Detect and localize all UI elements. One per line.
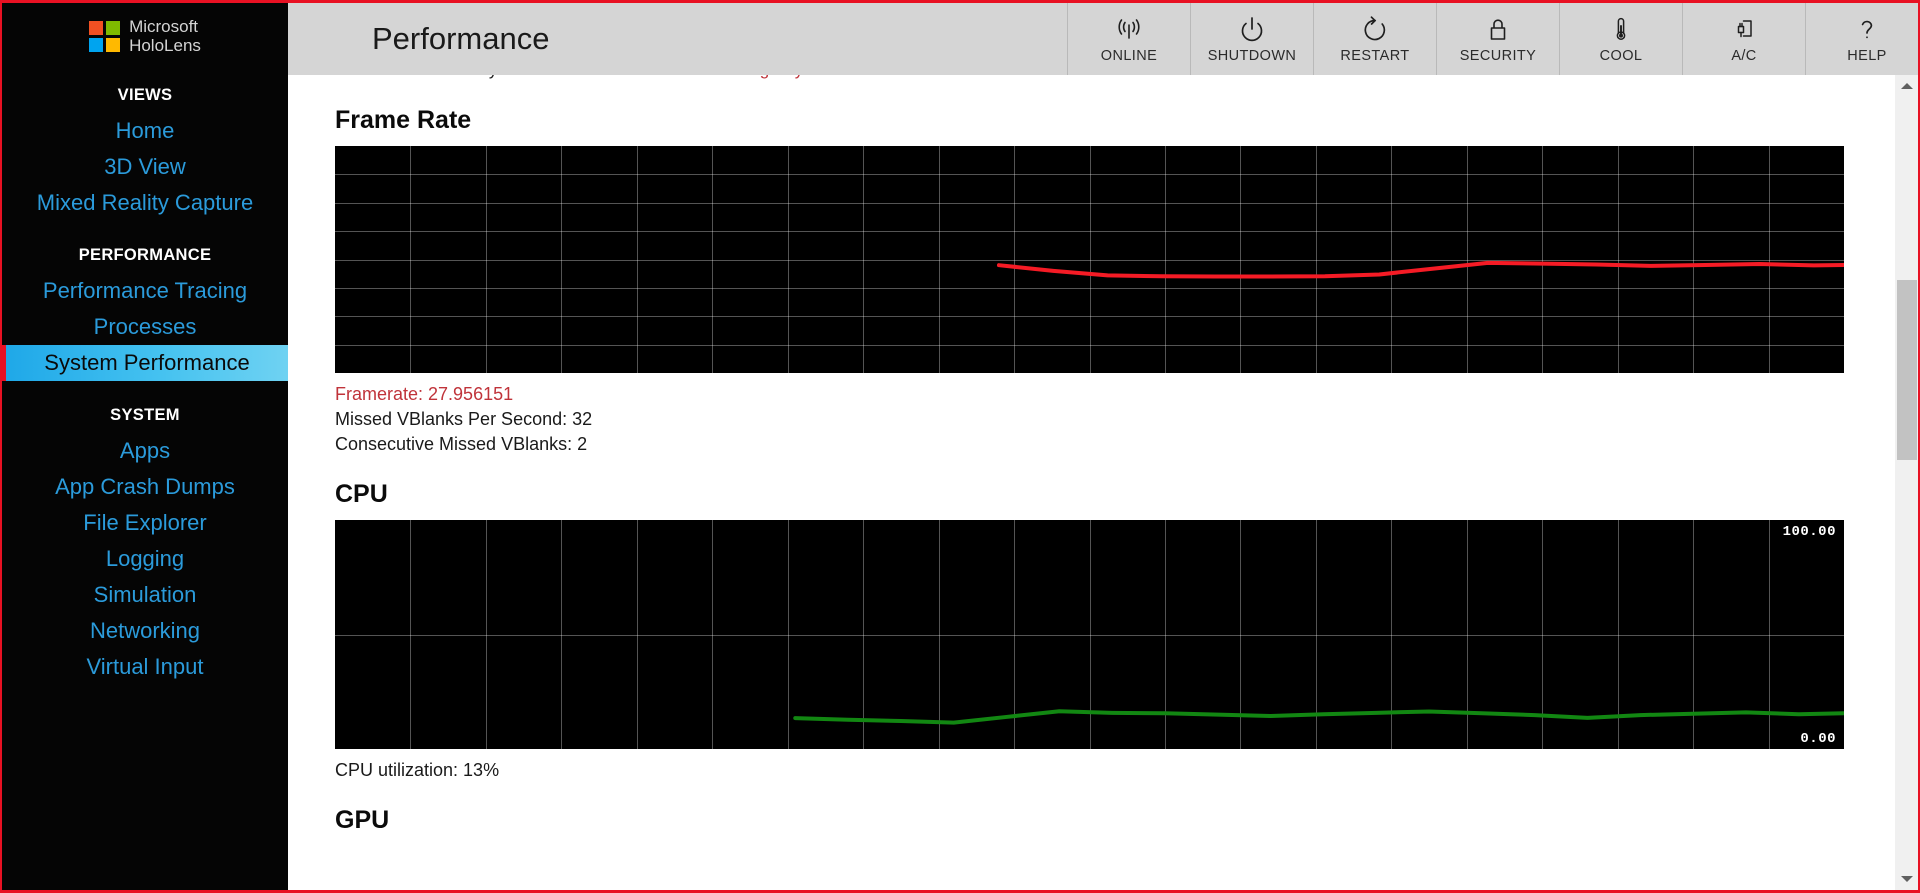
- sidebar-item-app-crash-dumps[interactable]: App Crash Dumps: [2, 469, 288, 505]
- toolbar-button-cool[interactable]: COOL: [1559, 3, 1682, 75]
- scroll-up-arrow-icon[interactable]: [1895, 75, 1918, 97]
- sidebar-item-mixed-reality-capture[interactable]: Mixed Reality Capture: [2, 185, 288, 221]
- sidebar: Microsoft HoloLens VIEWS Home 3D View Mi…: [2, 3, 288, 890]
- chart-series-line: [793, 709, 1844, 725]
- refresh-circular-arrow-icon: [1360, 15, 1390, 45]
- brand-logo: Microsoft HoloLens: [2, 3, 288, 61]
- stat-missed-vblanks-per-second: Missed VBlanks Per Second: 32: [335, 409, 593, 429]
- vertical-scrollbar[interactable]: [1894, 75, 1918, 890]
- toolbar-button-ac[interactable]: A/C: [1682, 3, 1805, 75]
- sidebar-item-home[interactable]: Home: [2, 113, 288, 149]
- chart-series-line: [996, 260, 1844, 279]
- sidebar-item-system-performance[interactable]: System Performance: [2, 345, 288, 381]
- sidebar-header-system: SYSTEM: [110, 406, 180, 424]
- toolbar-button-security[interactable]: SECURITY: [1436, 3, 1559, 75]
- brand-line-1: Microsoft: [129, 17, 199, 36]
- toolbar-button-shutdown[interactable]: SHUTDOWN: [1190, 3, 1313, 75]
- sidebar-item-performance-tracing[interactable]: Performance Tracing: [2, 273, 288, 309]
- toolbar-label-security: SECURITY: [1459, 47, 1537, 64]
- microsoft-logo-icon: [89, 20, 121, 52]
- header-bar: Performance ONLINE SHUTDOWN RESTART SECU…: [288, 3, 1918, 75]
- stat-consecutive-missed-vblanks: Consecutive Missed VBlanks: 2: [335, 434, 588, 454]
- section-title-cpu: CPU: [335, 480, 388, 508]
- sidebar-item-logging[interactable]: Logging: [2, 541, 288, 577]
- section-title-frame-rate: Frame Rate: [335, 106, 472, 134]
- sidebar-item-file-explorer[interactable]: File Explorer: [2, 505, 288, 541]
- toolbar-label-restart: RESTART: [1340, 47, 1410, 64]
- cpu-axis-min-label: 0.00: [1800, 731, 1836, 747]
- sidebar-item-networking[interactable]: Networking: [2, 613, 288, 649]
- toolbar-label-shutdown: SHUTDOWN: [1207, 47, 1297, 64]
- app-window: Microsoft HoloLens VIEWS Home 3D View Mi…: [0, 0, 1920, 893]
- cpu-stats: CPU utilization: 13%: [288, 758, 1874, 783]
- toolbar-label-cool: COOL: [1599, 47, 1643, 64]
- power-icon: [1237, 15, 1267, 45]
- toolbar-button-restart[interactable]: RESTART: [1313, 3, 1436, 75]
- lock-icon: [1483, 15, 1513, 45]
- section-title-gpu: GPU: [335, 806, 390, 834]
- frame-rate-chart: [335, 146, 1844, 373]
- cpu-axis-max-label: 100.00: [1782, 524, 1836, 540]
- sidebar-section-views: VIEWS Home 3D View Mixed Reality Capture: [2, 83, 288, 221]
- question-mark-icon: [1852, 15, 1882, 45]
- scrollbar-thumb[interactable]: [1897, 280, 1917, 460]
- sidebar-header-performance: PERFORMANCE: [78, 246, 212, 264]
- sidebar-item-3d-view[interactable]: 3D View: [2, 149, 288, 185]
- page-title: Performance: [372, 21, 550, 56]
- stat-framerate: Framerate: 27.956151: [335, 384, 514, 404]
- main-content: Instantaneous System Power Utilization 1…: [288, 75, 1918, 890]
- brand-text: Microsoft HoloLens: [129, 17, 201, 55]
- sidebar-header-views: VIEWS: [117, 86, 173, 104]
- toolbar-label-ac: A/C: [1731, 47, 1757, 64]
- toolbar-button-help[interactable]: HELP: [1805, 3, 1918, 75]
- power-legend-instantaneous: Instantaneous System Power Utilization: [366, 75, 666, 79]
- brand-line-2: HoloLens: [129, 36, 201, 55]
- scroll-down-arrow-icon[interactable]: [1895, 868, 1918, 890]
- stat-cpu-utilization: CPU utilization: 13%: [335, 760, 500, 780]
- sidebar-item-apps[interactable]: Apps: [2, 433, 288, 469]
- sidebar-item-simulation[interactable]: Simulation: [2, 577, 288, 613]
- toolbar-label-help: HELP: [1847, 47, 1887, 64]
- toolbar-button-online[interactable]: ONLINE: [1067, 3, 1190, 75]
- frame-rate-stats: Framerate: 27.956151 Missed VBlanks Per …: [288, 382, 1874, 457]
- sidebar-item-processes[interactable]: Processes: [2, 309, 288, 345]
- frame-rate-chart-plot: [996, 260, 1844, 279]
- power-legend: Instantaneous System Power Utilization 1…: [288, 75, 1874, 83]
- scroll-content: Instantaneous System Power Utilization 1…: [288, 75, 1874, 846]
- thermometer-icon: [1606, 15, 1636, 45]
- cpu-chart: 100.00 0.00: [335, 520, 1844, 749]
- wireless-signal-icon: [1114, 15, 1144, 45]
- toolbar-label-online: ONLINE: [1100, 47, 1158, 64]
- power-legend-average: 1 Min Average System Power Utilization: [670, 75, 971, 79]
- sidebar-item-virtual-input[interactable]: Virtual Input: [2, 649, 288, 685]
- cpu-chart-plot: [793, 709, 1844, 725]
- sidebar-section-performance: PERFORMANCE Performance Tracing Processe…: [2, 243, 288, 381]
- sidebar-section-system: SYSTEM Apps App Crash Dumps File Explore…: [2, 403, 288, 685]
- power-plug-icon: [1729, 15, 1759, 45]
